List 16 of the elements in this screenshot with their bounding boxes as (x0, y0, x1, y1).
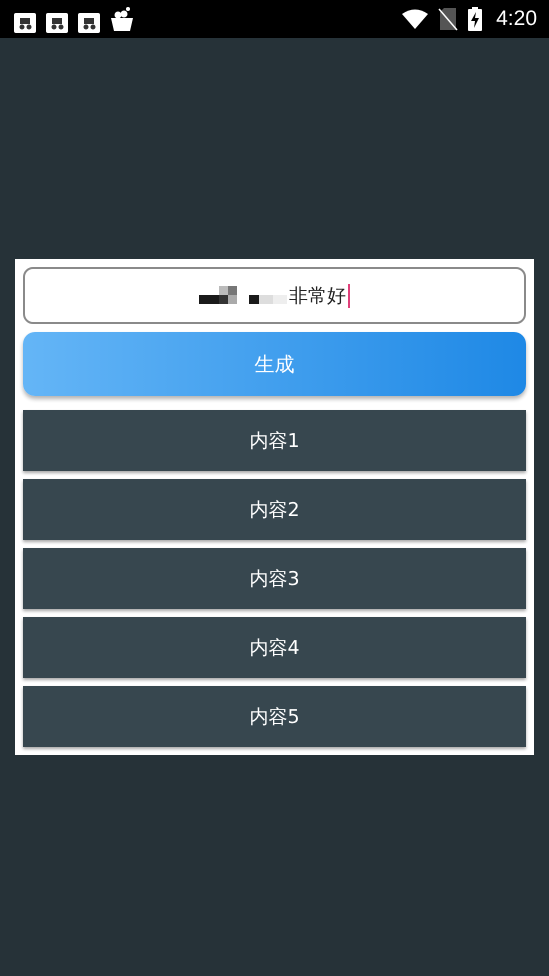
content-item[interactable]: 内容1 (23, 410, 526, 471)
content-item[interactable]: 内容4 (23, 617, 526, 678)
text-cursor (348, 284, 350, 308)
no-sim-icon (438, 7, 458, 31)
clock-time: 4:20 (496, 7, 537, 31)
notification-icon (14, 13, 36, 33)
content-item[interactable]: 内容3 (23, 548, 526, 609)
wifi-icon (402, 9, 428, 29)
content-item[interactable]: 内容5 (23, 686, 526, 747)
input-field[interactable]: 非常好 (23, 267, 526, 324)
bag-icon (110, 6, 134, 32)
input-text: 非常好 (289, 284, 346, 308)
notification-icon (78, 13, 100, 33)
content-item[interactable]: 内容2 (23, 479, 526, 540)
notification-icon (46, 13, 68, 33)
battery-charging-icon (468, 7, 482, 31)
